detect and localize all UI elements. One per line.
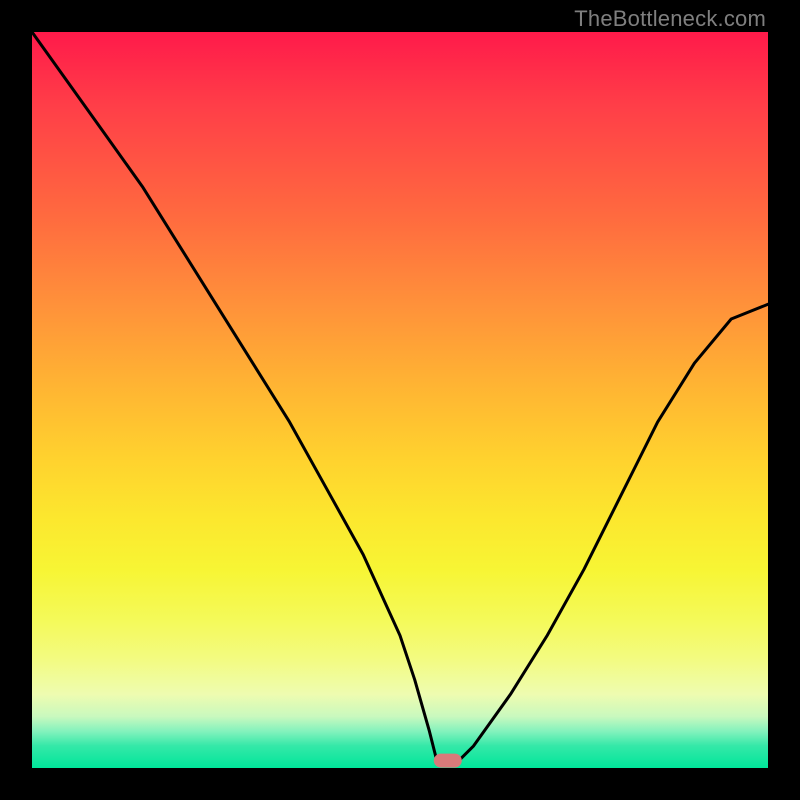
bottleneck-curve-svg [32,32,768,768]
bottleneck-curve [32,32,768,761]
plot-area [32,32,768,768]
watermark-text: TheBottleneck.com [574,6,766,32]
chart-frame: TheBottleneck.com [0,0,800,800]
optimum-marker [434,754,462,768]
